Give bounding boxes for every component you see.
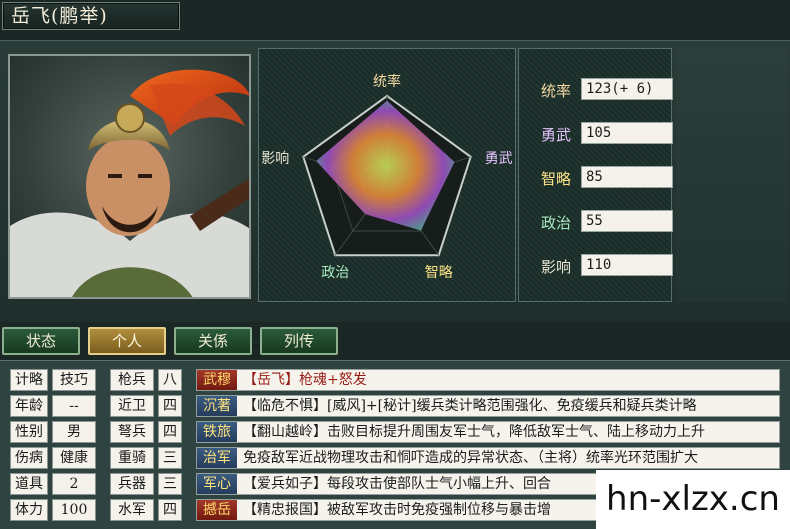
- troop-rank: 三: [158, 447, 182, 469]
- attr-value: 2: [52, 473, 96, 495]
- stat-label-force: 勇武: [541, 126, 572, 144]
- attr-value: --: [52, 395, 96, 417]
- ability-radar-panel: 统率 勇武 智略 政治 影响: [258, 48, 516, 302]
- skill-name: 治军: [197, 448, 237, 468]
- troop-label: 枪兵: [110, 369, 154, 391]
- attr-label: 伤病: [10, 447, 48, 469]
- skill-row[interactable]: 武穆 【岳飞】枪魂+怒发: [196, 369, 780, 391]
- attr-label: 年龄: [10, 395, 48, 417]
- general-name: 岳飞(鹏举): [2, 2, 180, 30]
- attr-label: 体力: [10, 499, 48, 521]
- radar-label-force: 勇武: [485, 151, 513, 167]
- troop-label: 弩兵: [110, 421, 154, 443]
- skill-name: 武穆: [197, 370, 237, 390]
- general-portrait: [8, 54, 251, 299]
- troop-label: 近卫: [110, 395, 154, 417]
- tab-relations[interactable]: 关係: [174, 327, 252, 355]
- troop-label: 重骑: [110, 447, 154, 469]
- site-watermark: hn-xlzx.cn: [596, 470, 790, 529]
- troop-rank: 四: [158, 421, 182, 443]
- stats-panel: 统率 123(+ 6) 勇武 105 智略 85 政治 55 影响 110: [518, 48, 673, 302]
- stat-value-charm: 110: [581, 254, 673, 276]
- stat-label-lead: 统率: [541, 82, 572, 100]
- skill-name: 撼岳: [197, 500, 237, 520]
- skill-name: 军心: [197, 474, 237, 494]
- troop-rank: 四: [158, 395, 182, 417]
- tab-status[interactable]: 状态: [2, 327, 80, 355]
- stat-label-charm: 影响: [541, 258, 572, 276]
- attr-value: 技巧: [52, 369, 96, 391]
- radar-label-charm: 影响: [261, 151, 289, 167]
- ability-radar-chart: 统率 勇武 智略 政治 影响: [261, 73, 513, 281]
- skill-name: 沉著: [197, 396, 237, 416]
- troop-rank: 八: [158, 369, 182, 391]
- troop-label: 水军: [110, 499, 154, 521]
- radar-label-politics: 政治: [321, 265, 349, 281]
- attr-value: 男: [52, 421, 96, 443]
- tab-biography[interactable]: 列传: [260, 327, 338, 355]
- attr-label: 道具: [10, 473, 48, 495]
- stat-value-lead: 123(+ 6): [581, 78, 673, 100]
- attr-label: 计略: [10, 369, 48, 391]
- attr-value: 健康: [52, 447, 96, 469]
- stat-label-intel: 智略: [541, 170, 572, 188]
- stat-value-politics: 55: [581, 210, 673, 232]
- stat-value-force: 105: [581, 122, 673, 144]
- skill-desc: 【翻山越岭】击败目标提升周围友军士气，降低敌军士气、陆上移动力上升: [243, 424, 705, 440]
- attr-label: 性别: [10, 421, 48, 443]
- stat-label-politics: 政治: [541, 214, 572, 232]
- skill-desc: 【临危不惧】[威风]+[秘计]缓兵类计略范围强化、免疫缓兵和疑兵类计略: [243, 398, 697, 414]
- skill-name: 铁旅: [197, 422, 237, 442]
- skill-row[interactable]: 治军 免疫敌军近战物理攻击和恫吓造成的异常状态、（主将）统率光环范围扩大: [196, 447, 780, 469]
- attr-value: 100: [52, 499, 96, 521]
- skill-desc: 【岳飞】枪魂+怒发: [243, 372, 367, 388]
- skill-row[interactable]: 沉著 【临危不惧】[威风]+[秘计]缓兵类计略范围强化、免疫缓兵和疑兵类计略: [196, 395, 780, 417]
- tab-personal[interactable]: 个人: [88, 327, 166, 355]
- skill-row[interactable]: 铁旅 【翻山越岭】击败目标提升周围友军士气，降低敌军士气、陆上移动力上升: [196, 421, 780, 443]
- troop-rank: 四: [158, 499, 182, 521]
- troop-rank: 三: [158, 473, 182, 495]
- radar-label-intel: 智略: [425, 265, 453, 281]
- stat-value-intel: 85: [581, 166, 673, 188]
- troop-label: 兵器: [110, 473, 154, 495]
- radar-label-lead: 统率: [373, 73, 401, 90]
- right-decor-panel: [676, 48, 788, 302]
- skill-desc: 免疫敌军近战物理攻击和恫吓造成的异常状态、（主将）统率光环范围扩大: [243, 450, 698, 466]
